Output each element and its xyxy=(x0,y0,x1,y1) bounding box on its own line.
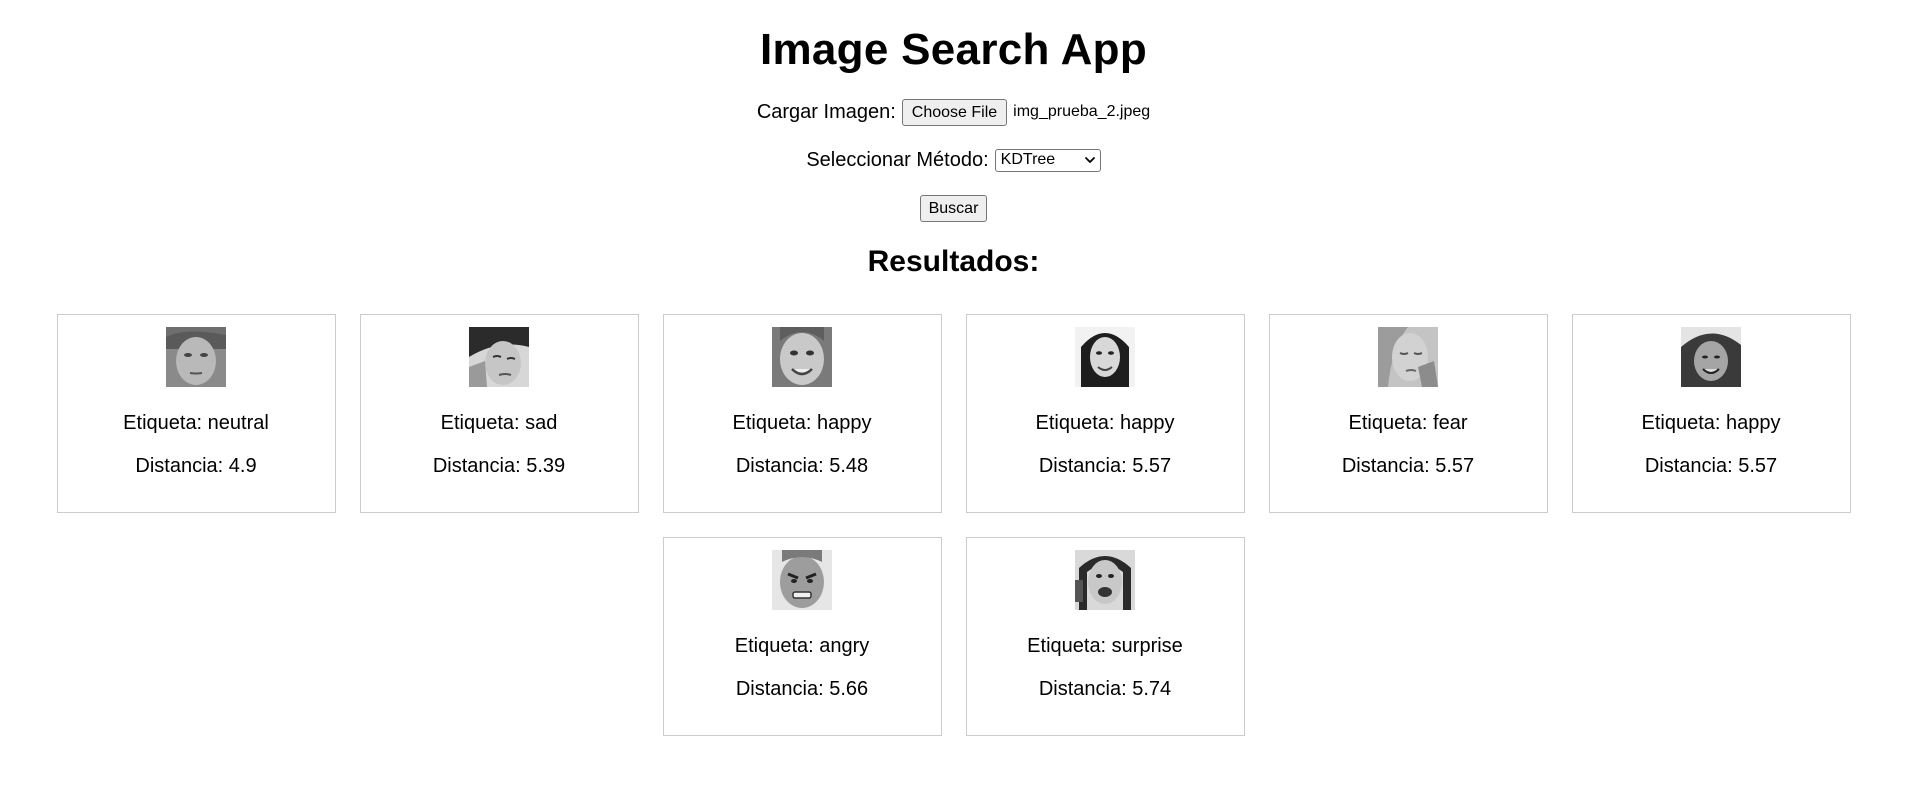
upload-row: Cargar Imagen: Choose File img_prueba_2.… xyxy=(0,98,1907,126)
result-distance: Distancia: 5.39 xyxy=(432,455,566,477)
result-card: Etiqueta: surprise Distancia: 5.74 xyxy=(965,537,1245,736)
result-distance: Distancia: 4.9 xyxy=(135,455,257,477)
result-distance: Distancia: 5.57 xyxy=(1341,455,1475,477)
result-card: Etiqueta: angry Distancia: 5.66 xyxy=(662,537,942,736)
result-card: Etiqueta: happy Distancia: 5.57 xyxy=(965,314,1245,513)
result-distance: Distancia: 5.57 xyxy=(1644,455,1778,477)
fear-face-image xyxy=(1378,327,1438,387)
result-card: Etiqueta: happy Distancia: 5.48 xyxy=(662,314,942,513)
result-label: Etiqueta: happy xyxy=(1035,412,1175,434)
result-card: Etiqueta: neutral Distancia: 4.9 xyxy=(56,314,336,513)
angry-face-image xyxy=(772,550,832,610)
result-distance: Distancia: 5.57 xyxy=(1038,455,1172,477)
neutral-face-image xyxy=(166,327,226,387)
result-distance: Distancia: 5.74 xyxy=(1038,678,1172,700)
page-title: Image Search App xyxy=(759,25,1148,74)
method-row: Seleccionar Método: KDTree xyxy=(0,146,1907,174)
result-label: Etiqueta: surprise xyxy=(1027,635,1183,657)
happy-face-image xyxy=(1681,327,1741,387)
results-title: Resultados: xyxy=(867,245,1040,278)
result-label: Etiqueta: happy xyxy=(1641,412,1781,434)
search-button[interactable]: Buscar xyxy=(919,194,988,222)
result-card: Etiqueta: fear Distancia: 5.57 xyxy=(1268,314,1548,513)
method-selected-value: KDTree xyxy=(1000,151,1056,168)
result-card: Etiqueta: happy Distancia: 5.57 xyxy=(1571,314,1851,513)
result-label: Etiqueta: neutral xyxy=(123,412,269,434)
result-label: Etiqueta: angry xyxy=(734,635,870,657)
result-label: Etiqueta: sad xyxy=(440,412,558,434)
sad-face-image xyxy=(469,327,529,387)
upload-label: Cargar Imagen: xyxy=(756,100,896,123)
search-row: Buscar xyxy=(0,194,1907,222)
chevron-down-icon xyxy=(1084,157,1095,163)
result-distance: Distancia: 5.48 xyxy=(735,455,869,477)
method-select[interactable]: KDTree xyxy=(994,148,1101,172)
surprise-face-image xyxy=(1075,550,1135,610)
happy-face-image xyxy=(1075,327,1135,387)
result-card: Etiqueta: sad Distancia: 5.39 xyxy=(359,314,639,513)
choose-file-button[interactable]: Choose File xyxy=(901,98,1008,126)
result-distance: Distancia: 5.66 xyxy=(735,678,869,700)
results-grid: Etiqueta: neutral Distancia: 4.9 Etiquet… xyxy=(44,314,1864,736)
method-label: Seleccionar Método: xyxy=(806,148,989,171)
app-container: Image Search App Cargar Imagen: Choose F… xyxy=(0,0,1907,736)
result-label: Etiqueta: fear xyxy=(1348,412,1468,434)
selected-file-name: img_prueba_2.jpeg xyxy=(1013,103,1151,120)
happy-face-image xyxy=(772,327,832,387)
result-label: Etiqueta: happy xyxy=(732,412,872,434)
